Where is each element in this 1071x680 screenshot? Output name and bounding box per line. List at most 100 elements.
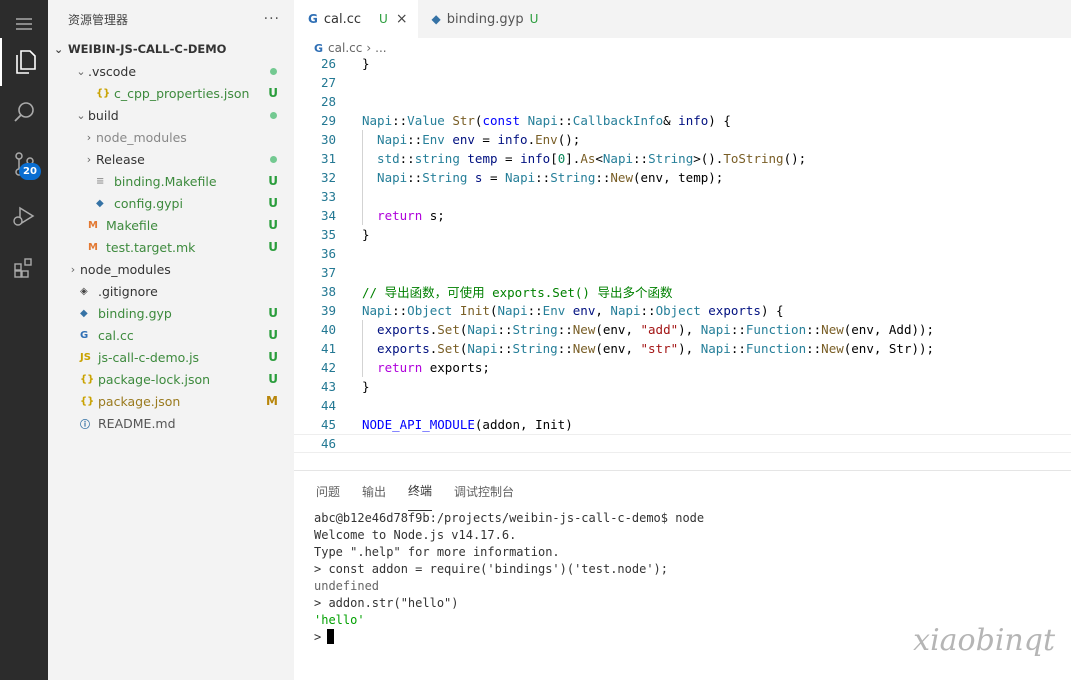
line-number: 37 xyxy=(320,265,336,280)
tab-label: cal.cc xyxy=(323,11,362,27)
line-number: 35 xyxy=(320,227,336,242)
scm-badge: 20 xyxy=(19,163,41,180)
code-token: Set xyxy=(437,341,460,356)
indent-guide xyxy=(362,320,363,377)
code-token: ), xyxy=(678,341,701,356)
tree-item[interactable]: ⌄ .vscode xyxy=(48,60,294,82)
line-number: 33 xyxy=(320,189,336,204)
code-line: 33 xyxy=(294,187,1071,206)
terminal-text: 'hello' xyxy=(314,612,365,627)
tree-item[interactable]: ⓘ README.md xyxy=(48,412,294,434)
tree-item[interactable]: Mtest.target.mk U xyxy=(48,236,294,258)
code-token: Function xyxy=(745,322,807,337)
panel-tab[interactable]: 问题 xyxy=(316,471,340,511)
panel-tab[interactable]: 终端 xyxy=(408,471,433,511)
code-token: Napi xyxy=(497,303,528,318)
tree-item[interactable]: ◆ binding.gyp U xyxy=(48,302,294,324)
run-debug-icon[interactable] xyxy=(0,192,48,240)
modified-dot-icon xyxy=(270,155,277,163)
terminal-cursor xyxy=(327,629,335,644)
tree-item[interactable]: ◈ .gitignore xyxy=(48,280,294,302)
workspace-root[interactable]: ⌄ WEIBIN-JS-CALL-C-DEMO xyxy=(48,38,294,60)
chevron-right-icon: › xyxy=(70,262,76,276)
tree-item[interactable]: {} c_cpp_properties.json U xyxy=(48,82,294,104)
tree-item-label: node_modules xyxy=(80,261,171,277)
code-line: 29 Napi::Value Str(const Napi::CallbackIn… xyxy=(294,111,1071,130)
code-editor[interactable]: 26} 27 28 29 Napi::Value Str(const Napi::Cal… xyxy=(294,54,1071,453)
file-type-icon: ◆ xyxy=(96,197,104,209)
code-token: New xyxy=(610,170,633,185)
close-icon[interactable]: × xyxy=(396,11,408,27)
breadcrumb-rest[interactable]: ... xyxy=(375,41,386,55)
tree-item[interactable]: ◆ config.gypi U xyxy=(48,192,294,214)
tab-cal-cc[interactable]: G cal.cc U × xyxy=(294,0,418,38)
code-token: Set xyxy=(437,322,460,337)
terminal-text: Type ".help" for more information. xyxy=(314,544,560,559)
tree-item-label: .vscode xyxy=(88,63,137,79)
code-token: ) { xyxy=(708,113,731,128)
code-token: :: xyxy=(557,322,573,337)
terminal-text: abc@b12e46d78f9b:/projects/weibin-js-cal… xyxy=(314,510,705,525)
terminal[interactable]: abc@b12e46d78f9b:/projects/weibin-js-cal… xyxy=(314,509,704,645)
tree-item[interactable]: › Release xyxy=(48,148,294,170)
git-status: M xyxy=(266,394,278,408)
more-actions-icon[interactable]: ··· xyxy=(264,11,280,27)
code-token: ), xyxy=(678,322,701,337)
tree-item[interactable]: {} package.json M xyxy=(48,390,294,412)
code-line: 38 // 导出函数，可使用 exports.Set() 导出多个函数 xyxy=(294,282,1071,301)
git-status: U xyxy=(268,86,278,100)
tab-binding-gyp[interactable]: ◆ binding.gyp U xyxy=(418,0,549,38)
code-token: "add" xyxy=(640,322,679,337)
code-token: Init xyxy=(459,303,490,318)
extensions-icon[interactable] xyxy=(0,244,48,292)
terminal-text: Welcome to Node.js v14.17.6. xyxy=(314,527,517,542)
code-token: Env xyxy=(422,132,445,147)
git-status: U xyxy=(268,350,278,364)
code-text: std::string temp = info[0].As<Napi::Stri… xyxy=(362,151,806,166)
tree-item[interactable]: ⌄ build xyxy=(48,104,294,126)
code-token: Napi xyxy=(610,303,641,318)
code-token: :: xyxy=(535,170,551,185)
code-token: :: xyxy=(806,341,822,356)
code-token: Env xyxy=(535,132,558,147)
file-type-icon: {} xyxy=(80,373,95,385)
code-token: exports xyxy=(362,341,430,356)
code-token: String xyxy=(422,170,468,185)
code-token: s; xyxy=(422,208,445,223)
explorer-icon[interactable] xyxy=(0,38,48,86)
tree-item-label: node_modules xyxy=(96,129,187,145)
code-text: // 导出函数，可使用 exports.Set() 导出多个函数 xyxy=(362,282,672,301)
breadcrumb-file[interactable]: cal.cc xyxy=(328,41,362,55)
tree-item[interactable]: Gcal.cc U xyxy=(48,324,294,346)
file-type-icon: M xyxy=(88,219,98,231)
explorer-title: 资源管理器 xyxy=(68,12,129,27)
file-tree: ⌄ .vscode{} c_cpp_properties.json U ⌄ build › n… xyxy=(48,60,294,434)
code-text: Napi::Env env = info.Env(); xyxy=(362,132,580,147)
terminal-text: > const addon = require('bindings')('tes… xyxy=(314,561,669,576)
panel-tab[interactable]: 调试控制台 xyxy=(454,471,514,511)
line-number: 46 xyxy=(320,436,336,451)
code-text: exports.Set(Napi::String::New(env, "add"… xyxy=(362,322,934,337)
code-token: Napi xyxy=(505,170,536,185)
tree-item[interactable]: {} package-lock.json U xyxy=(48,368,294,390)
code-line: 37 xyxy=(294,263,1071,282)
code-text: exports.Set(Napi::String::New(env, "str"… xyxy=(362,341,934,356)
tree-item[interactable]: M Makefile U xyxy=(48,214,294,236)
tree-item[interactable]: ≡ binding.Makefile U xyxy=(48,170,294,192)
explorer-header: 资源管理器 ··· xyxy=(48,0,294,38)
tree-item[interactable]: › node_modules xyxy=(48,126,294,148)
line-number: 43 xyxy=(320,379,336,394)
panel-tab[interactable]: 输出 xyxy=(362,471,386,511)
code-token: :: xyxy=(407,170,423,185)
code-token: (env, temp); xyxy=(632,170,724,185)
tree-item[interactable]: JS js-call-c-demo.js U xyxy=(48,346,294,368)
code-token: ) { xyxy=(760,303,784,318)
search-icon[interactable] xyxy=(0,88,48,136)
tree-item-label: package-lock.json xyxy=(98,371,211,387)
tree-item[interactable]: › node_modules xyxy=(48,258,294,280)
code-token: (addon, Init) xyxy=(474,417,573,432)
line-number: 42 xyxy=(320,360,336,375)
